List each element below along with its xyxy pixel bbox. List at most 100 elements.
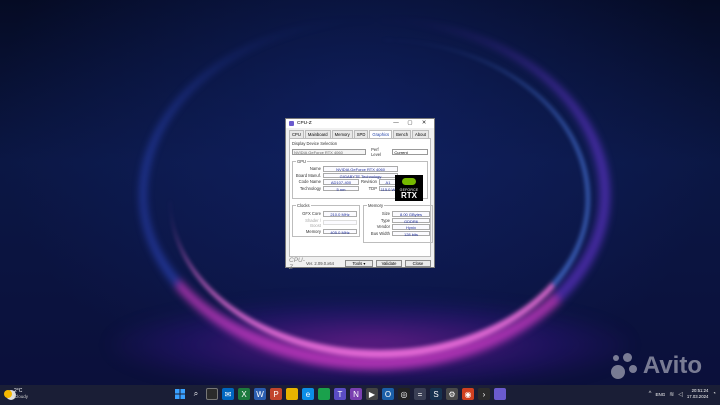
tab-bench[interactable]: Bench <box>393 130 412 138</box>
taskbar-apps: ⌕ ✉ X W P e T N ▶ O ◎ = S ⚙ ◉ › <box>174 388 506 400</box>
graphics-panel: Display Device Selection NVIDIA GeForce … <box>289 138 433 257</box>
avito-logo-icon <box>609 351 639 381</box>
mem-vendor-label: Vendor <box>376 224 390 230</box>
device-select[interactable]: NVIDIA GeForce RTX 4060 <box>292 149 367 155</box>
weather-widget[interactable]: 2°C Cloudy <box>4 388 28 399</box>
file-explorer-icon[interactable] <box>286 388 298 400</box>
notification-bell-icon[interactable]: ◔ <box>712 391 716 397</box>
gpu-name-value: NVIDIA GeForce RTX 4060 <box>323 166 398 172</box>
calculator-icon[interactable]: = <box>414 388 426 400</box>
avito-text: Avito <box>642 352 702 379</box>
shader-value <box>323 219 357 226</box>
clock-memory-value: 405.0 MHz <box>323 228 357 234</box>
bus-width-value: 128 bits <box>392 230 430 236</box>
tools-label: Tools <box>352 261 363 266</box>
teams-icon[interactable]: T <box>334 388 346 400</box>
tab-graphics[interactable]: Graphics <box>369 130 393 138</box>
task-view-icon[interactable] <box>206 388 218 400</box>
mail-icon[interactable]: ✉ <box>222 388 234 400</box>
window-footer: CPU-Z Ver. 2.09.0.x64 Tools ▾ Validate C… <box>286 256 434 271</box>
clocks-group: Clocks GFX Core 210.0 MHz Shader / Boost… <box>292 203 360 237</box>
board-manuf-value: GIGABYTE Technology <box>323 172 398 178</box>
tab-memory[interactable]: Memory <box>331 130 353 138</box>
onenote-icon[interactable]: N <box>350 388 362 400</box>
technology-value: 5 nm <box>323 185 359 191</box>
mem-vendor-value: Hynix <box>392 224 430 230</box>
tab-mainboard[interactable]: Mainboard <box>304 130 331 138</box>
tab-cpu[interactable]: CPU <box>289 130 304 138</box>
mem-type-label: Type <box>380 217 390 223</box>
perf-level-label: Perf Level <box>371 147 381 157</box>
search-icon[interactable]: ⌕ <box>190 388 202 400</box>
gpu-group: GPU Name NVIDIA GeForce RTX 4060 Board M… <box>292 159 428 201</box>
perf-level-value: Current <box>394 150 408 155</box>
weather-desc: Cloudy <box>14 394 29 399</box>
close-window-button[interactable]: ✕ <box>417 119 431 128</box>
word-icon[interactable]: W <box>254 388 266 400</box>
wifi-icon[interactable]: ≋ <box>669 391 674 398</box>
code-name-value: AD107-400 <box>323 179 359 185</box>
maximize-button[interactable]: ▢ <box>403 119 417 128</box>
nvidia-eye-icon <box>402 178 416 185</box>
tab-spd[interactable]: SPD <box>353 130 369 138</box>
edge-icon[interactable]: e <box>302 388 314 400</box>
bus-width-label: Bus Width <box>370 230 390 236</box>
title-bar[interactable]: CPU-Z — ▢ ✕ <box>286 119 434 128</box>
settings-gear-icon[interactable]: ⚙ <box>446 388 458 400</box>
gpu-name-label: Name <box>309 166 321 172</box>
code-name-label: Code Name <box>298 179 321 185</box>
chevron-up-icon[interactable]: ^ <box>649 391 652 397</box>
tab-bar: CPU Mainboard Memory SPD Graphics Bench … <box>286 128 434 138</box>
tdp-label: TDP <box>368 185 377 191</box>
excel-icon[interactable]: X <box>238 388 250 400</box>
avito-watermark: Avito <box>609 351 702 381</box>
media-app-icon[interactable]: ▶ <box>366 388 378 400</box>
windows-start-icon[interactable] <box>174 388 186 400</box>
validate-button[interactable]: Validate <box>376 260 402 267</box>
clocks-group-label: Clocks <box>296 203 311 208</box>
taskbar: 2°C Cloudy ⌕ ✉ X W P e T N ▶ O ◎ = S ⚙ ◉… <box>0 385 720 405</box>
gpu-group-label: GPU <box>296 159 308 164</box>
chrome-icon[interactable]: ◉ <box>462 388 474 400</box>
badge-rtx-text: RTX <box>401 191 417 200</box>
terminal-icon[interactable]: › <box>478 388 490 400</box>
powerpoint-icon[interactable]: P <box>270 388 282 400</box>
gfx-core-value: 210.0 MHz <box>323 211 357 217</box>
memory-group: Memory Size 8.00 GBytes Type GDDR6 Vendo… <box>363 203 433 243</box>
clock-memory-label: Memory <box>305 228 321 234</box>
outlook-icon[interactable]: O <box>382 388 394 400</box>
minimize-button[interactable]: — <box>389 119 403 128</box>
cpuz-taskbar-icon[interactable] <box>494 388 506 400</box>
device-select-value: NVIDIA GeForce RTX 4060 <box>294 150 343 155</box>
version-text: Ver. 2.09.0.x64 <box>306 261 334 266</box>
clock[interactable]: 20:51:24 17.03.2024 <box>687 388 709 400</box>
memory-group-label: Memory <box>367 203 385 208</box>
green-app-icon[interactable] <box>318 388 330 400</box>
tab-about[interactable]: About <box>412 130 429 138</box>
cpuz-app-icon <box>289 121 294 126</box>
system-tray: ^ ENG ≋ ◁ 20:51:24 17.03.2024 ◔ <box>649 388 716 400</box>
perf-level-select[interactable]: Current <box>392 149 428 155</box>
steam-icon[interactable]: S <box>430 388 442 400</box>
mem-size-label: Size <box>381 211 390 217</box>
clock-date: 17.03.2024 <box>686 394 709 399</box>
device-selection-label: Display Device Selection <box>292 141 338 146</box>
cpuz-window: CPU-Z — ▢ ✕ CPU Mainboard Memory SPD Gra… <box>285 118 435 271</box>
revision-label: Revision <box>360 179 377 185</box>
mem-type-value: GDDR6 <box>392 217 430 223</box>
technology-label: Technology <box>299 185 321 191</box>
camera-icon[interactable]: ◎ <box>398 388 410 400</box>
cpuz-brand: CPU-Z <box>289 256 305 271</box>
board-manuf-label: Board Manuf. <box>295 172 321 178</box>
geforce-rtx-badge: GEFORCE RTX <box>395 175 423 201</box>
tools-button[interactable]: Tools ▾ <box>345 260 373 267</box>
volume-icon[interactable]: ◁ <box>678 391 683 398</box>
language-indicator[interactable]: ENG <box>655 392 665 397</box>
mem-size-value: 8.00 GBytes <box>392 211 430 217</box>
shader-label: Shader / Boost <box>305 217 321 228</box>
close-button[interactable]: Close <box>405 260 431 267</box>
cloudy-weather-icon <box>4 389 12 398</box>
gfx-core-label: GFX Core <box>302 211 321 217</box>
window-title: CPU-Z <box>297 121 312 126</box>
dropdown-arrow-icon: ▾ <box>363 261 366 266</box>
